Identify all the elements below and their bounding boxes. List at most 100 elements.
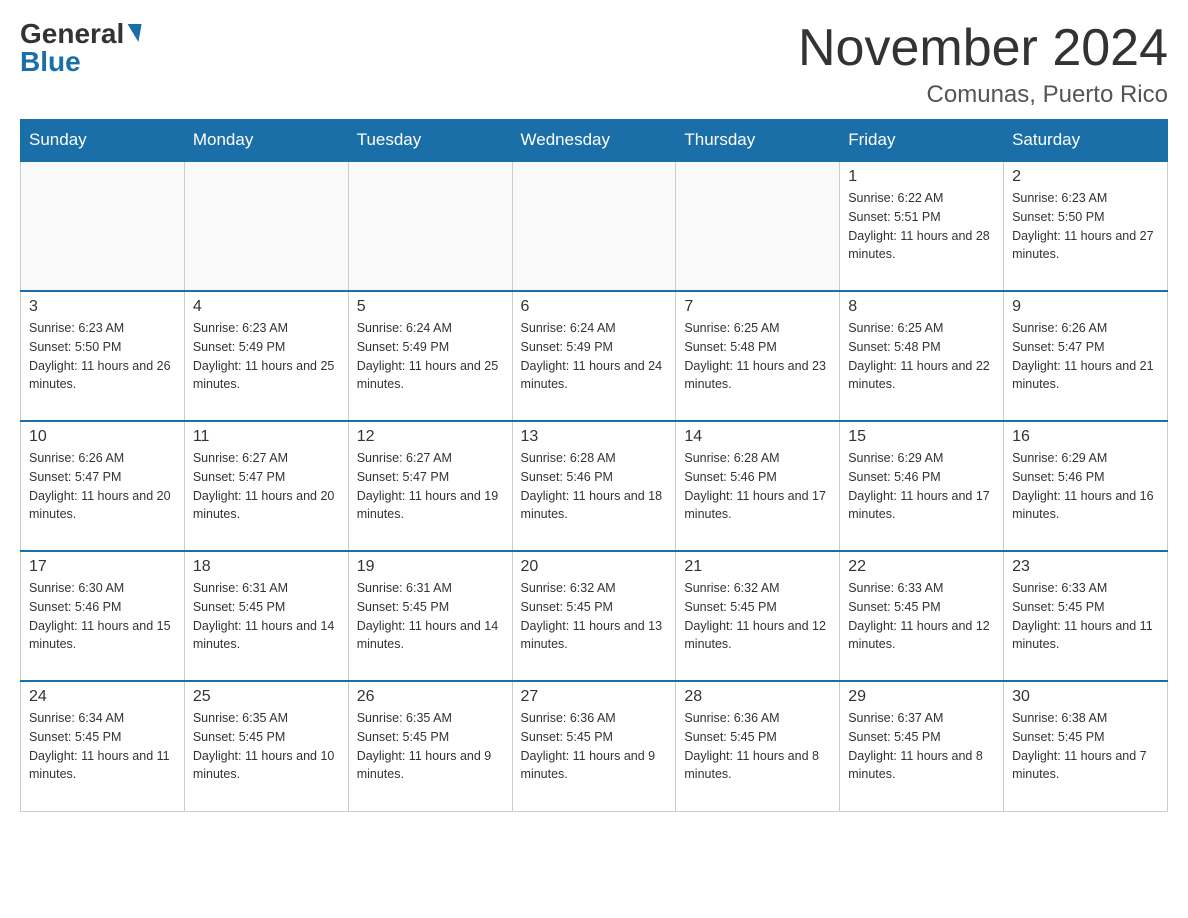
calendar-cell-15: 15 Sunrise: 6:29 AM Sunset: 5:46 PM Dayli… <box>840 421 1004 551</box>
day-number: 24 <box>29 688 176 706</box>
logo: General Blue <box>20 20 140 78</box>
day-info: Sunrise: 6:29 AM Sunset: 5:46 PM Dayligh… <box>848 449 995 524</box>
calendar-cell-14: 14 Sunrise: 6:28 AM Sunset: 5:46 PM Dayli… <box>676 421 840 551</box>
calendar-week-2: 3 Sunrise: 6:23 AM Sunset: 5:50 PM Daylig… <box>21 291 1168 421</box>
day-info: Sunrise: 6:34 AM Sunset: 5:45 PM Dayligh… <box>29 709 176 784</box>
column-header-saturday: Saturday <box>1004 120 1168 162</box>
day-number: 20 <box>521 558 668 576</box>
calendar-cell-11: 11 Sunrise: 6:27 AM Sunset: 5:47 PM Dayli… <box>184 421 348 551</box>
calendar-cell-19: 19 Sunrise: 6:31 AM Sunset: 5:45 PM Dayli… <box>348 551 512 681</box>
day-number: 9 <box>1012 298 1159 316</box>
column-header-friday: Friday <box>840 120 1004 162</box>
calendar-cell-13: 13 Sunrise: 6:28 AM Sunset: 5:46 PM Dayli… <box>512 421 676 551</box>
day-info: Sunrise: 6:25 AM Sunset: 5:48 PM Dayligh… <box>684 319 831 394</box>
calendar-cell-12: 12Sunrise: 6:27 AM Sunset: 5:47 PM Dayli… <box>348 421 512 551</box>
calendar-cell-26: 26 Sunrise: 6:35 AM Sunset: 5:45 PM Dayli… <box>348 681 512 811</box>
calendar-cell-22: 22Sunrise: 6:33 AM Sunset: 5:45 PM Dayli… <box>840 551 1004 681</box>
day-number: 14 <box>684 428 831 446</box>
calendar-cell-8: 8 Sunrise: 6:25 AM Sunset: 5:48 PM Daylig… <box>840 291 1004 421</box>
calendar-cell-18: 18Sunrise: 6:31 AM Sunset: 5:45 PM Dayli… <box>184 551 348 681</box>
calendar-cell-23: 23 Sunrise: 6:33 AM Sunset: 5:45 PM Dayli… <box>1004 551 1168 681</box>
day-info: Sunrise: 6:37 AM Sunset: 5:45 PM Dayligh… <box>848 709 995 784</box>
day-info: Sunrise: 6:32 AM Sunset: 5:45 PM Dayligh… <box>684 579 831 654</box>
calendar-cell-10: 10 Sunrise: 6:26 AM Sunset: 5:47 PM Dayli… <box>21 421 185 551</box>
day-number: 17 <box>29 558 176 576</box>
day-number: 16 <box>1012 428 1159 446</box>
calendar-cell-4: 4 Sunrise: 6:23 AM Sunset: 5:49 PM Daylig… <box>184 291 348 421</box>
calendar-cell-empty <box>348 161 512 291</box>
page-header: General Blue November 2024 Comunas, Puer… <box>20 20 1168 109</box>
calendar-week-5: 24 Sunrise: 6:34 AM Sunset: 5:45 PM Dayli… <box>21 681 1168 811</box>
day-number: 28 <box>684 688 831 706</box>
day-info: Sunrise: 6:33 AM Sunset: 5:45 PM Dayligh… <box>1012 579 1159 654</box>
day-number: 5 <box>357 298 504 316</box>
day-info: Sunrise: 6:28 AM Sunset: 5:46 PM Dayligh… <box>521 449 668 524</box>
day-info: Sunrise: 6:25 AM Sunset: 5:48 PM Dayligh… <box>848 319 995 394</box>
calendar-cell-25: 25Sunrise: 6:35 AM Sunset: 5:45 PM Dayli… <box>184 681 348 811</box>
day-number: 11 <box>193 428 340 446</box>
logo-blue-text: Blue <box>20 46 81 78</box>
logo-arrow-icon <box>125 24 142 42</box>
day-number: 3 <box>29 298 176 316</box>
day-info: Sunrise: 6:36 AM Sunset: 5:45 PM Dayligh… <box>521 709 668 784</box>
day-info: Sunrise: 6:23 AM Sunset: 5:50 PM Dayligh… <box>1012 189 1159 264</box>
day-number: 19 <box>357 558 504 576</box>
day-info: Sunrise: 6:31 AM Sunset: 5:45 PM Dayligh… <box>357 579 504 654</box>
day-info: Sunrise: 6:33 AM Sunset: 5:45 PM Dayligh… <box>848 579 995 654</box>
day-info: Sunrise: 6:26 AM Sunset: 5:47 PM Dayligh… <box>1012 319 1159 394</box>
calendar-cell-2: 2 Sunrise: 6:23 AM Sunset: 5:50 PM Daylig… <box>1004 161 1168 291</box>
day-info: Sunrise: 6:23 AM Sunset: 5:50 PM Dayligh… <box>29 319 176 394</box>
day-number: 10 <box>29 428 176 446</box>
day-info: Sunrise: 6:32 AM Sunset: 5:45 PM Dayligh… <box>521 579 668 654</box>
column-header-thursday: Thursday <box>676 120 840 162</box>
day-info: Sunrise: 6:36 AM Sunset: 5:45 PM Dayligh… <box>684 709 831 784</box>
calendar-cell-5: 5 Sunrise: 6:24 AM Sunset: 5:49 PM Daylig… <box>348 291 512 421</box>
day-info: Sunrise: 6:27 AM Sunset: 5:47 PM Dayligh… <box>193 449 340 524</box>
calendar-cell-empty <box>676 161 840 291</box>
day-info: Sunrise: 6:22 AM Sunset: 5:51 PM Dayligh… <box>848 189 995 264</box>
logo-general-text: General <box>20 20 124 48</box>
day-info: Sunrise: 6:26 AM Sunset: 5:47 PM Dayligh… <box>29 449 176 524</box>
month-year-title: November 2024 <box>798 20 1168 77</box>
day-info: Sunrise: 6:23 AM Sunset: 5:49 PM Dayligh… <box>193 319 340 394</box>
calendar-cell-29: 29Sunrise: 6:37 AM Sunset: 5:45 PM Dayli… <box>840 681 1004 811</box>
day-number: 1 <box>848 168 995 186</box>
calendar-cell-3: 3 Sunrise: 6:23 AM Sunset: 5:50 PM Daylig… <box>21 291 185 421</box>
day-info: Sunrise: 6:29 AM Sunset: 5:46 PM Dayligh… <box>1012 449 1159 524</box>
location-subtitle: Comunas, Puerto Rico <box>798 81 1168 109</box>
day-number: 7 <box>684 298 831 316</box>
calendar-cell-9: 9 Sunrise: 6:26 AM Sunset: 5:47 PM Daylig… <box>1004 291 1168 421</box>
day-info: Sunrise: 6:35 AM Sunset: 5:45 PM Dayligh… <box>357 709 504 784</box>
day-info: Sunrise: 6:24 AM Sunset: 5:49 PM Dayligh… <box>521 319 668 394</box>
calendar-cell-empty <box>184 161 348 291</box>
calendar-table: SundayMondayTuesdayWednesdayThursdayFrid… <box>20 119 1168 812</box>
day-number: 27 <box>521 688 668 706</box>
calendar-week-3: 10 Sunrise: 6:26 AM Sunset: 5:47 PM Dayli… <box>21 421 1168 551</box>
day-number: 23 <box>1012 558 1159 576</box>
day-number: 4 <box>193 298 340 316</box>
day-number: 26 <box>357 688 504 706</box>
day-number: 21 <box>684 558 831 576</box>
title-section: November 2024 Comunas, Puerto Rico <box>798 20 1168 109</box>
calendar-cell-17: 17Sunrise: 6:30 AM Sunset: 5:46 PM Dayli… <box>21 551 185 681</box>
column-header-monday: Monday <box>184 120 348 162</box>
day-number: 25 <box>193 688 340 706</box>
calendar-cell-empty <box>21 161 185 291</box>
calendar-cell-21: 21 Sunrise: 6:32 AM Sunset: 5:45 PM Dayli… <box>676 551 840 681</box>
day-number: 15 <box>848 428 995 446</box>
calendar-header-row: SundayMondayTuesdayWednesdayThursdayFrid… <box>21 120 1168 162</box>
calendar-cell-6: 6Sunrise: 6:24 AM Sunset: 5:49 PM Daylig… <box>512 291 676 421</box>
column-header-tuesday: Tuesday <box>348 120 512 162</box>
day-info: Sunrise: 6:24 AM Sunset: 5:49 PM Dayligh… <box>357 319 504 394</box>
day-info: Sunrise: 6:28 AM Sunset: 5:46 PM Dayligh… <box>684 449 831 524</box>
calendar-cell-7: 7 Sunrise: 6:25 AM Sunset: 5:48 PM Daylig… <box>676 291 840 421</box>
calendar-cell-30: 30Sunrise: 6:38 AM Sunset: 5:45 PM Dayli… <box>1004 681 1168 811</box>
day-number: 30 <box>1012 688 1159 706</box>
calendar-cell-27: 27 Sunrise: 6:36 AM Sunset: 5:45 PM Dayli… <box>512 681 676 811</box>
day-number: 2 <box>1012 168 1159 186</box>
day-number: 13 <box>521 428 668 446</box>
calendar-cell-28: 28 Sunrise: 6:36 AM Sunset: 5:45 PM Dayli… <box>676 681 840 811</box>
calendar-week-4: 17Sunrise: 6:30 AM Sunset: 5:46 PM Dayli… <box>21 551 1168 681</box>
column-header-sunday: Sunday <box>21 120 185 162</box>
day-number: 8 <box>848 298 995 316</box>
